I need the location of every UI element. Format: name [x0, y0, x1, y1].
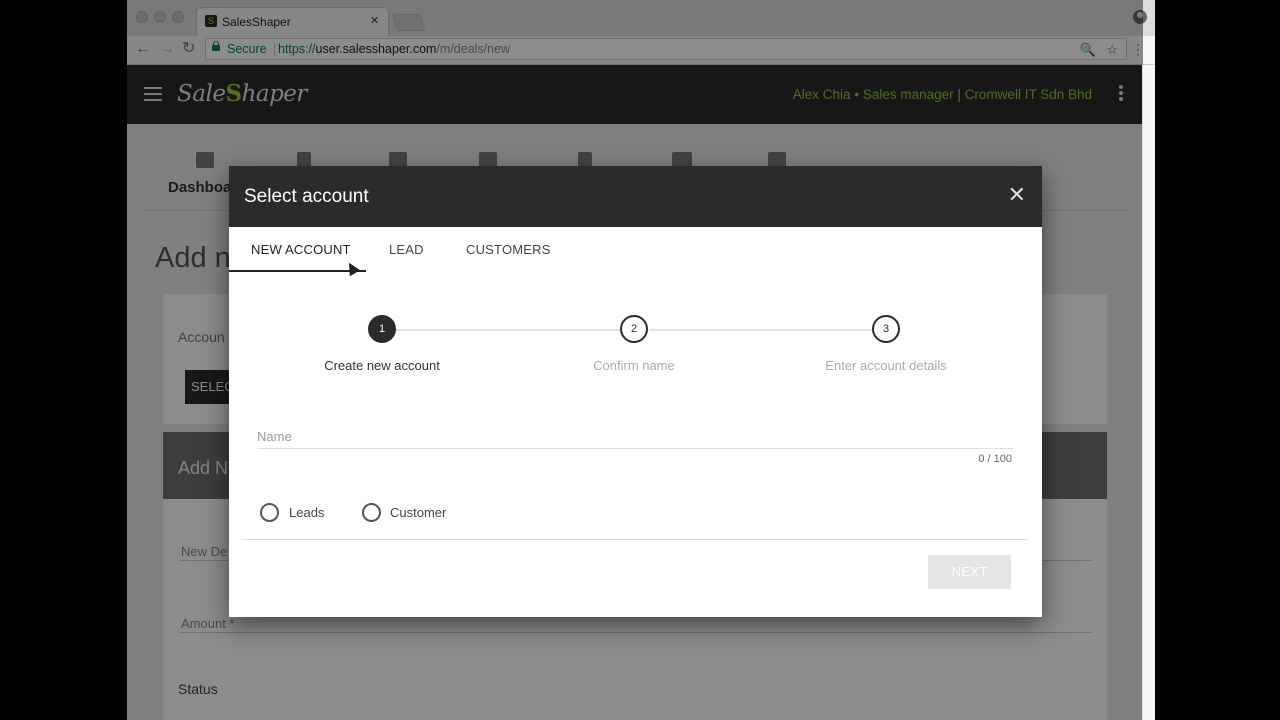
stepper-connector [396, 329, 622, 331]
name-input[interactable] [257, 425, 1013, 449]
dialog-divider [241, 539, 1028, 540]
dialog-tabs: NEW ACCOUNT LEAD CUSTOMERS [229, 227, 1042, 277]
close-icon[interactable]: ✕ [1008, 184, 1026, 206]
select-account-dialog: Select account ✕ NEW ACCOUNT LEAD CUSTOM… [229, 166, 1042, 617]
character-counter: 0 / 100 [978, 453, 1012, 465]
page-scrollbar[interactable] [1142, 65, 1155, 720]
tab-lead[interactable]: LEAD [389, 242, 424, 257]
dialog-title: Select account [244, 186, 369, 207]
customer-radio[interactable] [362, 503, 381, 522]
leads-radio-label[interactable]: Leads [289, 505, 324, 520]
step-3-label: Enter account details [825, 358, 947, 373]
customer-radio-label[interactable]: Customer [390, 505, 446, 520]
step-1-label: Create new account [324, 358, 440, 373]
mouse-pointer-icon [343, 259, 361, 277]
step-1-circle: 1 [368, 315, 396, 343]
step-2-circle: 2 [620, 315, 648, 343]
step-2-label: Confirm name [593, 358, 675, 373]
step-3-circle: 3 [872, 315, 900, 343]
next-button[interactable]: NEXT [928, 555, 1011, 589]
browser-window: S SalesShaper × ← → ↻ Secure https://use… [127, 0, 1155, 720]
leads-radio[interactable] [260, 503, 279, 522]
tab-new-account[interactable]: NEW ACCOUNT [251, 242, 351, 257]
tab-customers[interactable]: CUSTOMERS [466, 242, 551, 257]
stepper-connector [649, 329, 873, 331]
dialog-header: Select account ✕ [229, 166, 1042, 227]
